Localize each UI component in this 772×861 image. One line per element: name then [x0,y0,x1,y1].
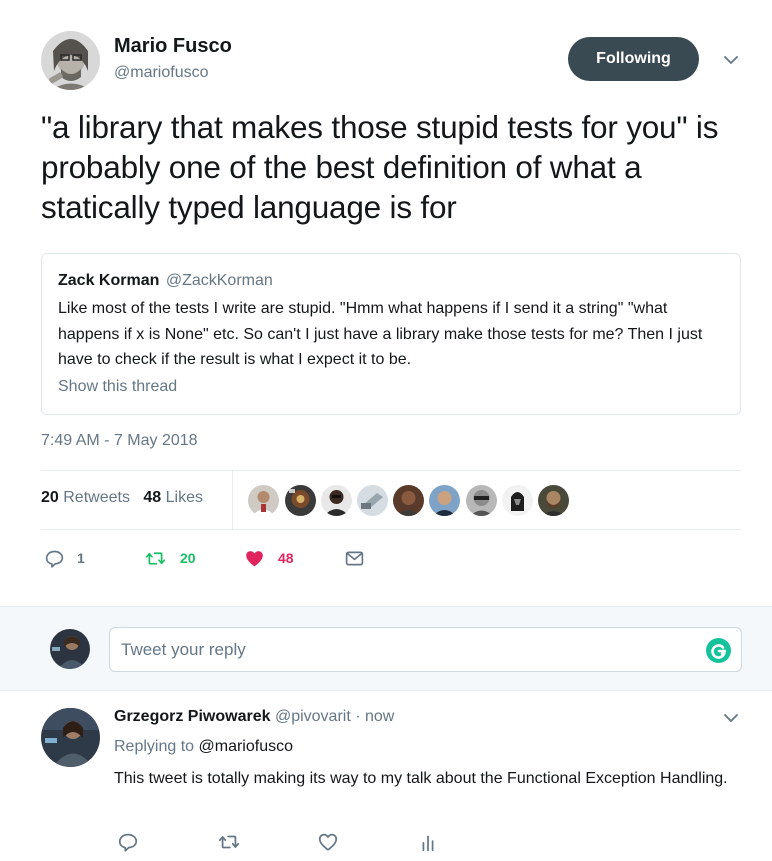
reply-like-button[interactable] [317,831,339,853]
tweet-menu-button[interactable] [721,53,741,67]
reply-icon [118,833,138,852]
replying-to-link[interactable]: @mariofusco [199,738,294,755]
current-user-avatar[interactable] [50,629,90,669]
liker-avatar[interactable] [321,485,352,516]
quoted-tweet-text: Like most of the tests I write are stupi… [58,300,703,368]
show-thread-link[interactable]: Show this thread [58,378,177,396]
likes-stat[interactable]: 48 Likes [143,489,203,507]
direct-message-button[interactable] [344,547,365,569]
tweet-stats: 20 Retweets 48 Likes [41,489,203,507]
retweets-count: 20 [41,489,59,506]
like-count: 48 [278,550,294,566]
grammarly-icon[interactable] [706,638,731,663]
replying-to: Replying to @mariofusco [114,738,293,756]
reply-author-handle[interactable]: @pivovarit [275,708,351,725]
author-name[interactable]: Mario Fusco [114,35,232,58]
retweet-button[interactable]: 20 [144,547,196,569]
likes-label: Likes [165,489,204,506]
reply-input[interactable]: Tweet your reply [109,627,742,672]
retweet-count: 20 [180,550,196,566]
reply-time[interactable]: · now [355,708,394,725]
mail-icon [345,551,364,565]
reply-placeholder: Tweet your reply [121,640,246,659]
quoted-author-name: Zack Korman [58,272,160,289]
quoted-author-handle: @ZackKorman [165,272,273,289]
reply-reply-button[interactable] [117,831,139,853]
chevron-down-icon [724,55,738,64]
liker-avatar[interactable] [248,485,279,516]
retweet-icon [145,551,166,565]
retweet-icon [218,835,240,849]
reply-count: 1 [77,550,85,566]
liker-avatar[interactable] [502,485,533,516]
retweets-label: Retweets [63,489,130,506]
quoted-tweet-header: Zack Korman @ZackKorman [58,272,273,290]
reply-header: Grzegorz Piwowarek @pivovarit · now [114,708,394,726]
retweets-stat[interactable]: 20 Retweets [41,489,130,507]
reply-button[interactable]: 1 [44,547,85,569]
divider [41,529,741,530]
quoted-tweet[interactable]: Zack Korman @ZackKorman Like most of the… [41,253,741,415]
reply-menu-button[interactable] [721,711,741,725]
analytics-icon [422,835,434,852]
reply-text: This tweet is totally making its way to … [114,770,728,787]
following-button[interactable]: Following [568,37,699,81]
reply-author-name[interactable]: Grzegorz Piwowarek [114,708,271,725]
replying-to-label: Replying to [114,738,195,755]
reply-author-avatar[interactable] [41,708,100,767]
divider [232,470,233,529]
liker-avatar[interactable] [466,485,497,516]
author-avatar[interactable] [41,31,100,90]
reply-retweet-button[interactable] [217,831,241,853]
liker-avatar[interactable] [357,485,388,516]
reply-analytics-button[interactable] [417,831,439,853]
liker-avatar[interactable] [538,485,569,516]
reply-icon [45,550,64,568]
like-button[interactable]: 48 [244,547,294,569]
divider [41,470,741,471]
liker-avatar[interactable] [393,485,424,516]
tweet-text: "a library that makes those stupid tests… [41,109,719,225]
chevron-down-icon [724,713,738,722]
author-handle[interactable]: @mariofusco [114,64,209,82]
liker-avatar[interactable] [285,485,316,516]
likes-count: 48 [143,489,162,506]
liker-avatar[interactable] [429,485,460,516]
tweet-timestamp[interactable]: 7:49 AM - 7 May 2018 [41,432,198,450]
heart-icon [246,550,263,566]
heart-icon [318,833,338,851]
